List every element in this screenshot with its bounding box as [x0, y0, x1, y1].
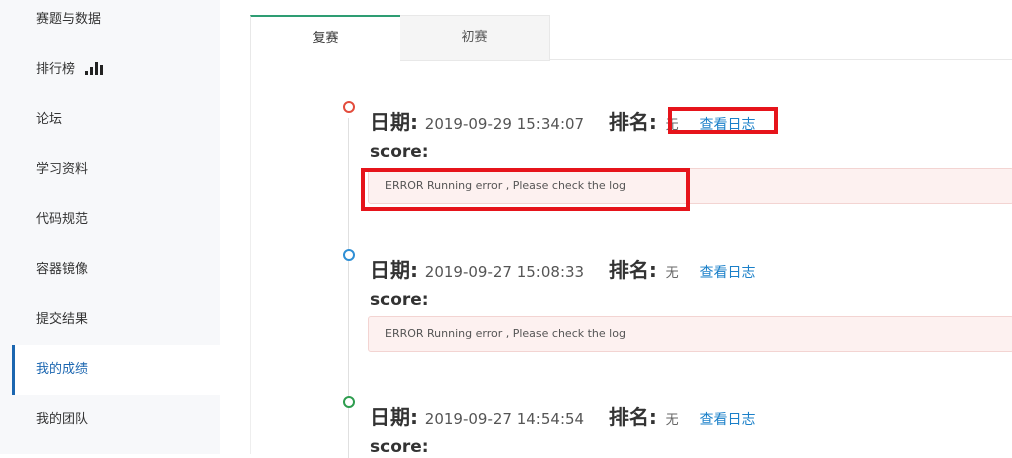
- timeline-dot: [343, 249, 355, 261]
- sidebar-item-my-team[interactable]: 我的团队: [12, 395, 220, 445]
- timeline-dot: [343, 101, 355, 113]
- date-label: 日期:: [370, 258, 418, 282]
- date-label: 日期:: [370, 405, 418, 429]
- sidebar-item-forum[interactable]: 论坛: [12, 95, 220, 145]
- sidebar-item-submit-results[interactable]: 提交结果: [12, 295, 220, 345]
- sidebar-item-my-scores[interactable]: 我的成绩: [12, 345, 220, 395]
- score-label: score:: [370, 437, 429, 457]
- view-log-link[interactable]: 查看日志: [699, 265, 755, 281]
- submission-date: 2019-09-27 15:08:33: [424, 263, 585, 281]
- main-content: 复赛 初赛: [220, 0, 1012, 454]
- rank-value: 无: [665, 266, 679, 281]
- rank-label: 排名:: [608, 405, 657, 429]
- sidebar-item-container-image[interactable]: 容器镜像: [12, 245, 220, 295]
- sidebar-item-learning-materials[interactable]: 学习资料: [12, 145, 220, 195]
- rank-label: 排名:: [608, 110, 657, 134]
- sidebar-item-code-standards[interactable]: 代码规范: [12, 195, 220, 245]
- error-message: ERROR Running error , Please check the l…: [368, 316, 1012, 352]
- timeline-dot: [343, 396, 355, 408]
- sidebar-item-leaderboard[interactable]: 排行榜: [12, 45, 220, 95]
- tab-preliminary[interactable]: 初赛: [400, 15, 550, 61]
- bar-chart-icon: [85, 61, 105, 75]
- rank-value: 无: [665, 413, 679, 428]
- sidebar: 赛题与数据 排行榜 论坛 学习资料 代码规范 容器镜像 提交结果 我的成绩 我的…: [0, 0, 220, 454]
- submission-date: 2019-09-29 15:34:07: [424, 115, 585, 133]
- annotation-highlight-error: [361, 168, 690, 211]
- sidebar-item-competition-data[interactable]: 赛题与数据: [12, 0, 220, 45]
- score-label: score:: [370, 290, 429, 310]
- rank-label: 排名:: [608, 258, 657, 282]
- tab-semifinal[interactable]: 复赛: [250, 15, 401, 61]
- tab-bar: 复赛 初赛: [250, 15, 1012, 61]
- record-meta: 日期: 2019-09-27 14:54:54 排名: 无 查看日志: [370, 401, 755, 430]
- view-log-link[interactable]: 查看日志: [699, 412, 755, 428]
- score-label: score:: [370, 142, 429, 162]
- submission-date: 2019-09-27 14:54:54: [424, 410, 585, 428]
- annotation-highlight-log: [668, 107, 778, 134]
- record-meta: 日期: 2019-09-27 15:08:33 排名: 无 查看日志: [370, 254, 755, 283]
- date-label: 日期:: [370, 110, 418, 134]
